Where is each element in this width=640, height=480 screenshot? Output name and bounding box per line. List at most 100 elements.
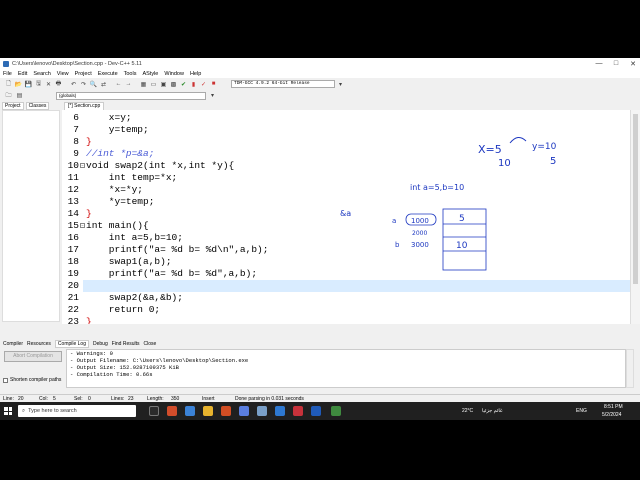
shorten-paths-row: Shorten compiler paths [3,377,61,383]
toolbar-separator [64,80,68,89]
menu-execute[interactable]: Execute [98,71,118,77]
search-placeholder: Type here to search [28,408,77,414]
devcpp-taskbar-icon[interactable] [311,406,321,416]
menu-view[interactable]: View [57,71,69,77]
new-file-icon[interactable]: 🗋 [4,80,13,89]
compile-run-icon[interactable]: ▣ [159,80,168,89]
stop-icon[interactable]: ■ [209,80,218,89]
menu-tools[interactable]: Tools [124,71,137,77]
main-area: Project Classes [*] Section.cpp 6 7 8 9 10−1… [0,101,640,324]
terminal-icon[interactable] [331,406,341,416]
status-bar: Line: 20 Col: 5 Sel: 0 Lines: 23 Length:… [0,394,640,402]
word-icon[interactable] [275,406,285,416]
insert-icon[interactable]: ▤ [15,91,24,100]
menu-astyle[interactable]: AStyle [142,71,158,77]
title-bar: C:\Users\lenovo\Desktop\Section.cpp - De… [0,58,640,69]
editor-scrollbar[interactable] [630,110,640,324]
tab-debug[interactable]: Debug [93,341,108,347]
abort-compilation-button[interactable]: Abort Compilation [4,351,62,362]
letterbox-bottom [0,420,640,480]
system-tray: 22°C غائم جزئيا ENG 8:51 PM 5/2/2024 [446,402,636,420]
screen: C:\Users\lenovo\Desktop\Section.cpp - De… [0,0,640,480]
clock-time[interactable]: 8:51 PM [604,404,623,410]
menu-edit[interactable]: Edit [18,71,27,77]
toolbar-separator [109,80,113,89]
annotation-amp-a: &a [340,209,351,218]
menu-window[interactable]: Window [164,71,184,77]
log-scrollbar[interactable] [626,349,634,388]
back-icon[interactable]: ← [114,80,123,89]
shorten-paths-checkbox[interactable] [3,377,8,383]
annotation-label-a: a [392,217,396,225]
compiler-select[interactable]: TDM-GCC 4.9.2 64-bit Release [231,80,335,88]
tab-compile-log[interactable]: Compile Log [54,339,89,348]
store-icon[interactable] [239,406,249,416]
minimize-button[interactable]: — [592,58,606,69]
project-tree[interactable] [2,110,60,322]
edge-icon[interactable] [185,406,195,416]
annotation-decl: int a=5,b=10 [410,183,464,192]
main-toolbar: 🗋 📂 💾 🖫 ✕ 🖶 ↶ ↷ 🔍 ⇄ ← → ▦ ▭ ▣ ▩ ✔ ▮ ✓ ■ … [0,78,640,90]
annotation-cell-10: 10 [456,241,468,251]
forward-icon[interactable]: → [124,80,133,89]
tab-resources[interactable]: Resources [27,341,51,347]
new-project-icon[interactable]: 🗀 [4,91,13,100]
tab-find-results[interactable]: Find Results [112,341,140,347]
annotation-y-eq: y=10 [532,142,557,152]
run-icon[interactable]: ▭ [149,80,158,89]
editor-tab-bar: [*] Section.cpp [62,101,640,110]
compile-icon[interactable]: ▦ [139,80,148,89]
language-indicator[interactable]: ENG [576,408,587,414]
tab-project[interactable]: Project [2,102,24,110]
undo-icon[interactable]: ↶ [69,80,78,89]
project-panel: Project Classes [0,101,62,324]
menu-search[interactable]: Search [33,71,50,77]
scope-select[interactable]: (globals) [56,91,206,100]
powerpoint-icon[interactable] [293,406,303,416]
annotation-cell-5: 5 [459,214,465,224]
tab-close[interactable]: Close [144,341,157,347]
chart-icon[interactable]: ▮ [189,80,198,89]
browser-icon[interactable] [167,406,177,416]
file-explorer-icon[interactable] [203,406,213,416]
taskbar-search-input[interactable]: ⌕ Type here to search [18,405,136,417]
rebuild-icon[interactable]: ▩ [169,80,178,89]
tab-compiler[interactable]: Compiler [3,341,23,347]
close-button[interactable]: ✕ [626,58,640,69]
annotation-five: 5 [550,156,556,167]
chevron-down-icon[interactable]: ▾ [208,91,217,100]
chevron-down-icon[interactable]: ▾ [336,80,345,89]
bottom-tab-bar: Compiler Resources Compile Log Debug Fin… [0,339,640,348]
devcpp-app-icon [3,60,9,67]
menu-help[interactable]: Help [190,71,201,77]
scrollbar-thumb[interactable] [633,114,638,284]
replace-icon[interactable]: ⇄ [99,80,108,89]
save-icon[interactable]: 💾 [24,80,33,89]
tab-classes[interactable]: Classes [25,102,50,110]
annotation-addr-3000: 3000 [411,241,429,249]
find-icon[interactable]: 🔍 [89,80,98,89]
task-view-icon[interactable] [149,406,159,416]
log-line: - Compilation Time: 0.66s [70,371,153,378]
windows-start-icon[interactable] [4,407,12,415]
weather-desc: غائم جزئيا [482,408,503,414]
redo-icon[interactable]: ↷ [79,80,88,89]
office-icon[interactable] [221,406,231,416]
menu-file[interactable]: File [3,71,12,77]
windows-taskbar: ⌕ Type here to search 22°C غائم جزئيا EN… [0,402,640,420]
check-icon[interactable]: ✔ [179,80,188,89]
save-all-icon[interactable]: 🖫 [34,80,43,89]
debug-icon[interactable]: ✓ [199,80,208,89]
window-title: C:\Users\lenovo\Desktop\Section.cpp - De… [12,60,142,67]
close-file-icon[interactable]: ✕ [44,80,53,89]
file-tab[interactable]: [*] Section.cpp [64,102,105,110]
app-icon[interactable] [257,406,267,416]
code-editor[interactable]: 6 7 8 9 10−11 12 13 14 15−16 17 18 19 20 21 22 23 x=y; … [62,110,630,324]
shorten-paths-label: Shorten compiler paths [10,377,62,383]
menu-project[interactable]: Project [75,71,92,77]
open-file-icon[interactable]: 📂 [14,80,23,89]
clock-date[interactable]: 5/2/2024 [602,412,621,418]
print-icon[interactable]: 🖶 [54,80,63,89]
compile-log-output[interactable]: - Warnings: 0- Output Filename: C:\Users… [66,349,626,388]
maximize-button[interactable]: □ [609,58,623,69]
